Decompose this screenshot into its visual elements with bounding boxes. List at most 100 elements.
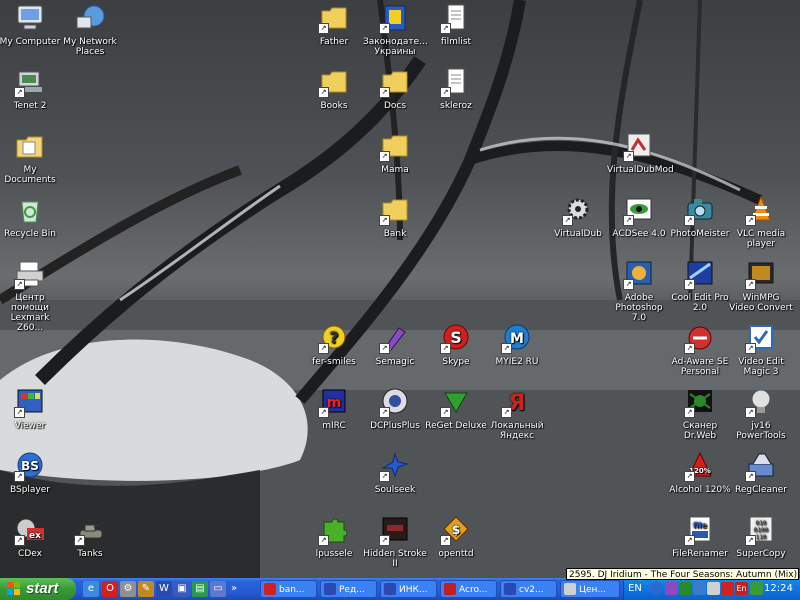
desktop-icon-lexmark[interactable]: ↗ Центр помощи Lexmark Z60... — [0, 258, 62, 333]
quicklaunch-desktop-icon[interactable]: ▭ — [210, 581, 226, 597]
quicklaunch-tool-icon[interactable]: ✎ — [138, 581, 154, 597]
soulseek-bird-icon: ↗ — [379, 450, 411, 482]
desktop-icon-acdsee[interactable]: ↗ ACDSee 4.0 — [607, 194, 671, 239]
desktop-icon-tanks[interactable]: ↗ Tanks — [58, 514, 122, 559]
desktop-icon-recycle-bin[interactable]: Recycle Bin — [0, 194, 62, 239]
language-indicator[interactable]: EN — [628, 578, 642, 600]
desktop-icon-drweb[interactable]: ↗ Сканер Dr.Web — [668, 386, 732, 441]
dcplusplus-icon: ↗ — [379, 386, 411, 418]
volume-tray-icon[interactable] — [707, 582, 720, 595]
desktop-icon-reget[interactable]: ↗ ReGet Deluxe — [424, 386, 488, 431]
network-tray-icon[interactable] — [693, 582, 706, 595]
desktop-icon-soulseek[interactable]: ↗ Soulseek — [363, 450, 427, 495]
desktop-icon-vlc[interactable]: ↗ VLC media player — [729, 194, 793, 249]
desktop-icon-law-ukraine[interactable]: ↗ Законодате... Украины — [363, 2, 428, 57]
desktop-icon-books[interactable]: ↗ Books — [302, 66, 366, 111]
desktop-icon-winmpg[interactable]: ↗ WinMPG Video Convert — [729, 258, 793, 313]
taskbar-button[interactable]: ban... — [260, 580, 317, 598]
desktop-icon-label: fer-smiles — [312, 357, 356, 367]
desktop-icon-alcohol[interactable]: 120% ↗ Alcohol 120% — [668, 450, 732, 495]
desktop-icon-bsplayer[interactable]: BS ↗ BSplayer — [0, 450, 62, 495]
desktop-icon-photomeister[interactable]: ↗ PhotoMeister — [668, 194, 732, 239]
desktop-icon-jv16[interactable]: ↗ jv16 PowerTools — [729, 386, 793, 441]
desktop-icon-semagic[interactable]: ↗ Semagic — [363, 322, 427, 367]
quicklaunch-opera-icon[interactable]: O — [102, 581, 118, 597]
desktop-icon-supercopy[interactable]: 010 0100 110 ↗ SuperCopy — [729, 514, 793, 559]
desktop-icon-docs[interactable]: ↗ Docs — [363, 66, 427, 111]
desktop-icon-skleroz[interactable]: ↗ skleroz — [424, 66, 488, 111]
lang-en-icon[interactable]: En — [735, 582, 748, 595]
lexmark-task-icon — [564, 583, 576, 595]
word-task-icon — [384, 583, 396, 595]
svg-text:?: ? — [329, 328, 338, 347]
drweb-tray-icon[interactable] — [679, 582, 692, 595]
taskbar-button[interactable]: Цен... — [560, 580, 620, 598]
acdsee-icon: ↗ — [623, 194, 655, 226]
cdex-icon: ex ↗ — [14, 514, 46, 546]
taskbar-button[interactable]: Ред... — [320, 580, 377, 598]
desktop-icon-filmlist[interactable]: ↗ filmlist — [424, 2, 488, 47]
desktop-icon-virtualdub[interactable]: ↗ VirtualDub — [546, 194, 610, 239]
desktop-icon-label: VLC media player — [736, 229, 786, 249]
desktop-icon-regcleaner[interactable]: ↗ RegCleaner — [729, 450, 793, 495]
desktop-icon-mama[interactable]: ↗ Mama — [363, 130, 427, 175]
desktop-icon-my-documents[interactable]: My Documents — [0, 130, 62, 185]
quicklaunch-word-icon[interactable]: W — [156, 581, 172, 597]
collapse-arrow-icon[interactable] — [650, 582, 663, 595]
quicklaunch-gear-icon[interactable]: ⚙ — [120, 581, 136, 597]
desktop-icon-virtualdubmod[interactable]: ↗ VirtualDubMod — [607, 130, 674, 175]
desktop-icon-mirc[interactable]: m ↗ mIRC — [302, 386, 366, 431]
desktop-icon-label: VirtualDubMod — [607, 165, 674, 175]
supercopy-icon: 010 0100 110 ↗ — [745, 514, 777, 546]
desktop-icon-cooledit[interactable]: ↗ Cool Edit Pro 2.0 — [668, 258, 732, 313]
video-edit-icon: ↗ — [745, 322, 777, 354]
taskbar-button[interactable]: Acro... — [440, 580, 497, 598]
clock[interactable]: 12:24 — [764, 578, 793, 600]
taskbar-button[interactable]: ИНК... — [380, 580, 437, 598]
desktop-icon-dcplusplus[interactable]: ↗ DCPlusPlus — [363, 386, 427, 431]
desktop-icon-my-computer[interactable]: My Computer — [0, 2, 62, 47]
desktop-icon-photoshop[interactable]: ↗ Adobe Photoshop 7.0 — [607, 258, 671, 323]
start-button[interactable]: start — [0, 578, 76, 600]
jv16-bulb-icon: ↗ — [745, 386, 777, 418]
desktop-icon-tenet-2[interactable]: ↗ Tenet 2 — [0, 66, 62, 111]
text-file-icon: ↗ — [440, 2, 472, 34]
desktop-icon-filerenamer[interactable]: file ↗ FileRenamer — [668, 514, 732, 559]
alcohol-tray-icon[interactable] — [721, 582, 734, 595]
desktop-icon-lpussele[interactable]: ↗ lpussele — [302, 514, 366, 559]
desktop-icon-viewer[interactable]: ↗ Viewer — [0, 386, 62, 431]
desktop-icon-cdex[interactable]: ex ↗ CDex — [0, 514, 62, 559]
desktop-icon-label: Docs — [383, 101, 407, 111]
quicklaunch-book-icon[interactable]: ▤ — [192, 581, 208, 597]
taskbar-button[interactable]: cv2... — [500, 580, 557, 598]
display-tray-icon[interactable] — [750, 582, 763, 595]
puzzle-icon: ↗ — [318, 514, 350, 546]
semagic-tray-icon[interactable] — [665, 582, 678, 595]
quicklaunch-expand-icon[interactable]: » — [229, 581, 239, 597]
desktop-icon-openttd[interactable]: $ ↗ openttd — [424, 514, 488, 559]
desktop-icon-label: jv16 PowerTools — [736, 421, 786, 441]
desktop-icon-label: Mama — [381, 165, 409, 175]
desktop-icon-fer-smiles[interactable]: ? ↗ fer-smiles — [302, 322, 366, 367]
windows-logo-icon — [7, 582, 20, 595]
desktop-icon-myie2[interactable]: M ↗ MYIE2 RU — [485, 322, 549, 367]
desktop-icon-hidden-stroke[interactable]: ↗ Hidden Stroke II — [363, 514, 427, 569]
desktop-icon-father[interactable]: ↗ Father — [302, 2, 366, 47]
desktop-icon-my-network-places[interactable]: My Network Places — [58, 2, 122, 57]
desktop-icon-label: FileRenamer — [672, 549, 728, 559]
desktop-icon-bank[interactable]: ↗ Bank — [363, 194, 427, 239]
desktop-icon-label: My Computer — [0, 37, 61, 47]
desktop-icon-adaware[interactable]: ↗ Ad-Aware SE Personal — [668, 322, 732, 377]
quicklaunch-ie-icon[interactable]: e — [83, 581, 99, 597]
desktop-icon-local-yandex[interactable]: Я ↗ Локальный Яндекс — [485, 386, 549, 441]
desktop-icon-video-edit-magic[interactable]: ↗ Video Edit Magic 3 — [729, 322, 793, 377]
drweb-spider-icon: ↗ — [684, 386, 716, 418]
desktop[interactable]: My Computer My Network Places ↗ Tenet 2 … — [0, 0, 800, 578]
semagic-pen-icon: ↗ — [379, 322, 411, 354]
desktop-icon-skype[interactable]: S ↗ Skype — [424, 322, 488, 367]
desktop-icon-label: mIRC — [322, 421, 346, 431]
quicklaunch-save-icon[interactable]: ▣ — [174, 581, 190, 597]
folder-icon: ↗ — [379, 194, 411, 226]
desktop-icon-label: ReGet Deluxe — [425, 421, 487, 431]
desktop-icon-label: filmlist — [440, 37, 472, 47]
